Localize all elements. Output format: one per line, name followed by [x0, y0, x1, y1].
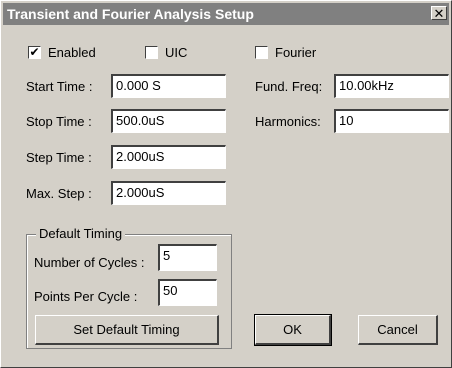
start-time-label: Start Time : — [26, 79, 93, 94]
enabled-checkbox[interactable]: ✔ Enabled — [28, 45, 118, 61]
step-time-label: Step Time : — [26, 150, 92, 165]
ok-button[interactable]: OK — [254, 314, 332, 346]
fourier-label: Fourier — [275, 45, 317, 60]
dialog-title: Transient and Fourier Analysis Setup — [7, 6, 254, 22]
fund-freq-input[interactable]: 10.00kHz — [334, 74, 449, 98]
start-time-input[interactable]: 0.000 S — [111, 74, 226, 98]
max-step-label: Max. Step : — [26, 186, 92, 201]
stop-time-label: Stop Time : — [26, 114, 92, 129]
close-icon: ✕ — [433, 6, 445, 21]
checkmark-icon: ✔ — [29, 45, 40, 59]
cycles-label: Number of Cycles : — [34, 255, 145, 270]
step-time-input[interactable]: 2.000uS — [111, 145, 226, 169]
points-input[interactable]: 50 — [158, 279, 217, 306]
uic-check-box[interactable] — [145, 46, 158, 59]
enabled-check-box[interactable]: ✔ — [28, 46, 41, 59]
close-button[interactable]: ✕ — [431, 6, 447, 21]
harmonics-label: Harmonics: — [255, 114, 321, 129]
uic-label: UIC — [165, 45, 188, 60]
fourier-check-box[interactable] — [255, 46, 268, 59]
fund-freq-label: Fund. Freq: — [255, 79, 323, 94]
cancel-button[interactable]: Cancel — [358, 315, 438, 345]
fourier-checkbox[interactable]: Fourier — [255, 45, 335, 61]
cycles-input[interactable]: 5 — [158, 244, 217, 271]
max-step-input[interactable]: 2.000uS — [111, 181, 226, 205]
enabled-label: Enabled — [48, 45, 96, 60]
default-timing-title: Default Timing — [36, 226, 126, 242]
stop-time-input[interactable]: 500.0uS — [111, 109, 226, 133]
points-label: Points Per Cycle : — [34, 289, 138, 304]
title-bar: Transient and Fourier Analysis Setup ✕ — [3, 3, 449, 25]
harmonics-input[interactable]: 10 — [334, 109, 449, 133]
analysis-setup-dialog: Transient and Fourier Analysis Setup ✕ ✔… — [0, 0, 452, 368]
set-default-timing-button[interactable]: Set Default Timing — [35, 315, 219, 345]
uic-checkbox[interactable]: UIC — [145, 45, 215, 61]
